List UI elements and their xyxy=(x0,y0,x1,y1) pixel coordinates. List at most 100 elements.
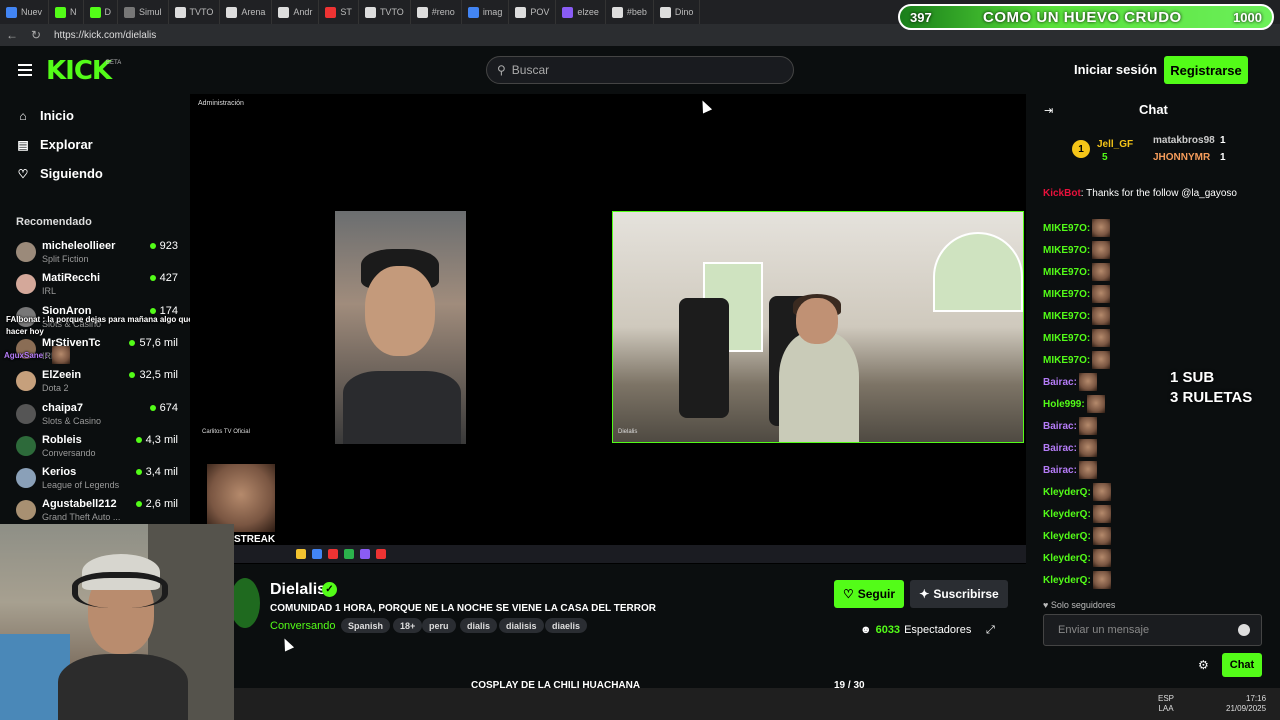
keyboard-language[interactable]: ESP LAA xyxy=(1158,694,1174,714)
emote-icon xyxy=(1092,351,1111,369)
reload-icon[interactable]: ↻ xyxy=(24,28,48,42)
stream-tag[interactable]: dialisis xyxy=(499,618,544,633)
browser-tab[interactable]: TVTO xyxy=(169,0,221,24)
chat-username[interactable]: KleyderQ: xyxy=(1043,553,1091,564)
register-button[interactable]: Registrarse xyxy=(1164,56,1248,84)
browser-tab[interactable]: POV xyxy=(509,0,557,24)
emote-icon xyxy=(1092,219,1111,237)
inner-taskbar xyxy=(230,545,1026,563)
stream-tag[interactable]: 18+ xyxy=(393,618,423,633)
tab-label: D xyxy=(104,7,112,17)
follow-button[interactable]: ♡ Seguir xyxy=(834,580,904,608)
sidebar-item-home[interactable]: ⌂ Inicio xyxy=(16,108,74,123)
recommended-channel[interactable]: micheleollieer Split Fiction 923 xyxy=(16,238,182,268)
browser-tab[interactable]: imag xyxy=(462,0,510,24)
recommended-channel[interactable]: Agustabell212 Grand Theft Auto ... 2,6 mil xyxy=(16,496,182,526)
chat-username[interactable]: KleyderQ: xyxy=(1043,575,1091,586)
browser-tab[interactable]: D xyxy=(84,0,119,24)
system-clock[interactable]: 17:16 21/09/2025 xyxy=(1226,694,1266,714)
emoji-icon[interactable] xyxy=(1238,624,1250,636)
stream-tag[interactable]: Spanish xyxy=(341,618,391,633)
browser-tab[interactable]: N xyxy=(49,0,84,24)
menu-icon[interactable] xyxy=(18,64,32,76)
browser-tab[interactable]: Simul xyxy=(118,0,169,24)
chat-username[interactable]: KleyderQ: xyxy=(1043,509,1091,520)
chat-username[interactable]: MIKE97O: xyxy=(1043,289,1090,300)
browser-tab[interactable]: Arena xyxy=(220,0,273,24)
recommended-channel[interactable]: Kerios League of Legends 3,4 mil xyxy=(16,464,182,494)
overlay-chat-user: AguxSane : xyxy=(4,350,49,360)
overlay-line: 3 RULETAS xyxy=(1170,389,1253,406)
chat-input[interactable]: Enviar un mensaje xyxy=(1043,614,1262,646)
host-camera xyxy=(612,211,1024,443)
chat-username[interactable]: MIKE97O: xyxy=(1043,245,1090,256)
kick-logo[interactable]: KICK xyxy=(46,56,112,86)
share-icon[interactable]: ⤢ xyxy=(986,624,995,637)
gifter-name[interactable]: matakbros98 xyxy=(1153,135,1215,146)
chat-username[interactable]: Bairac: xyxy=(1043,421,1077,432)
collapse-chat-icon[interactable]: ⇥ xyxy=(1044,104,1053,117)
recommended-channel[interactable]: Robleis Conversando 4,3 mil xyxy=(16,432,182,462)
channel-avatar[interactable] xyxy=(230,578,260,628)
recommended-channel[interactable]: ElZeein Dota 2 32,5 mil xyxy=(16,367,182,397)
tab-label: imag xyxy=(482,7,503,17)
search-input[interactable]: ⚲ Buscar xyxy=(486,56,794,84)
channel-avatar xyxy=(16,403,36,424)
chat-username[interactable]: MIKE97O: xyxy=(1043,311,1090,322)
tab-label: Nuev xyxy=(21,7,43,17)
app-icon xyxy=(328,549,338,559)
tab-favicon-icon xyxy=(124,6,136,18)
tab-label: elzee xyxy=(577,7,599,17)
login-button[interactable]: Iniciar sesión xyxy=(1074,62,1157,77)
chat-username[interactable]: MIKE97O: xyxy=(1043,333,1090,344)
viewer-number: 6033 xyxy=(875,624,901,636)
sidebar: ⌂ Inicio ▤ Explorar ♡ Siguiendo Recomend… xyxy=(0,94,190,524)
send-chat-button[interactable]: Chat xyxy=(1222,653,1262,677)
gear-icon[interactable]: ⚙ xyxy=(1198,658,1209,672)
chat-username[interactable]: Hole999: xyxy=(1043,399,1085,410)
stream-info xyxy=(230,564,1030,664)
gifter-name[interactable]: Jell_GF xyxy=(1097,139,1133,150)
browser-tab[interactable]: elzee xyxy=(556,0,606,24)
chat-username[interactable]: MIKE97O: xyxy=(1043,267,1090,278)
url-input[interactable]: https://kick.com/dielalis xyxy=(54,30,156,41)
chat-username[interactable]: Bairac: xyxy=(1043,377,1077,388)
lang-layout: LAA xyxy=(1158,704,1174,713)
browser-tab[interactable]: Andr xyxy=(272,0,320,24)
follow-label: Seguir xyxy=(857,587,896,601)
stream-tag[interactable]: peru xyxy=(422,618,456,633)
recommended-channel[interactable]: MatiRecchi IRL 427 xyxy=(16,270,182,300)
chat-username[interactable]: MIKE97O: xyxy=(1043,355,1090,366)
chat-username[interactable]: Bairac: xyxy=(1043,465,1077,476)
recommended-channel[interactable]: chaipa7 Slots & Casino 674 xyxy=(16,400,182,430)
chat-username[interactable]: Bairac: xyxy=(1043,443,1077,454)
streak-emote xyxy=(207,464,275,532)
browser-tab[interactable]: ST xyxy=(319,0,359,24)
heart-icon: ♡ xyxy=(842,587,854,601)
browser-tab[interactable]: Nuev xyxy=(0,0,50,24)
gifter-name[interactable]: JHONNYMR xyxy=(1153,152,1210,163)
browser-tab[interactable]: #reno xyxy=(411,0,462,24)
chat-username[interactable]: KickBot xyxy=(1043,188,1081,199)
sidebar-item-following[interactable]: ♡ Siguiendo xyxy=(16,166,103,181)
stream-category[interactable]: Conversando xyxy=(270,620,335,632)
chat-text: : Thanks for the follow @la_gayoso xyxy=(1080,188,1237,199)
browser-tab[interactable]: TVTO xyxy=(359,0,411,24)
channel-avatar xyxy=(16,371,36,392)
followers-only-notice: ♥ Solo seguidores xyxy=(1043,600,1115,610)
sidebar-item-explore[interactable]: ▤ Explorar xyxy=(16,137,92,152)
stream-tag[interactable]: dialis xyxy=(460,618,498,633)
chat-message: MIKE97O: xyxy=(1043,307,1111,325)
tab-label: TVTO xyxy=(379,7,404,17)
chat-message: MIKE97O: xyxy=(1043,351,1111,369)
stream-tag[interactable]: diaelis xyxy=(545,618,588,633)
sidebar-item-label: Siguiendo xyxy=(40,166,103,181)
chat-username[interactable]: KleyderQ: xyxy=(1043,531,1091,542)
subscribe-button[interactable]: ✦ Suscribirse xyxy=(910,580,1008,608)
browser-tab[interactable]: Dino xyxy=(654,0,701,24)
browser-tab[interactable]: #beb xyxy=(606,0,654,24)
channel-name[interactable]: Dielalis xyxy=(270,581,326,599)
chat-username[interactable]: MIKE97O: xyxy=(1043,223,1090,234)
back-icon[interactable]: ← xyxy=(0,28,24,42)
chat-username[interactable]: KleyderQ: xyxy=(1043,487,1091,498)
